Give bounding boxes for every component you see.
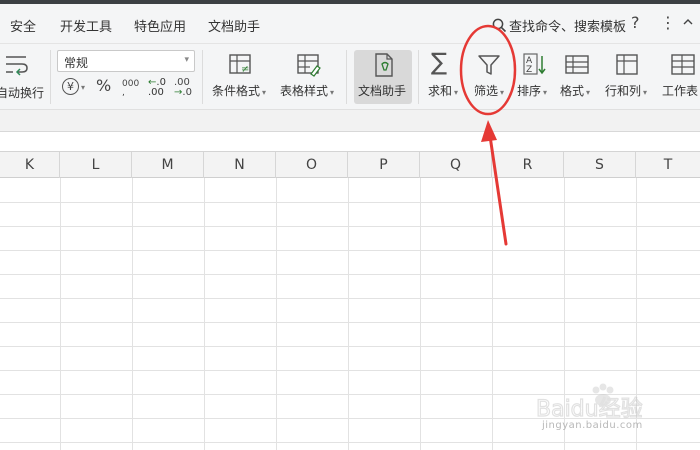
watermark-url: jingyan.baidu.com: [542, 420, 643, 431]
annotation-arrow-head: [481, 120, 497, 142]
annotation-ellipse: [459, 24, 517, 116]
annotation-arrow-shaft: [488, 134, 508, 246]
watermark-logo-text: Baidu经验: [536, 397, 643, 422]
baidu-watermark-logo: Baidu经验: [536, 383, 643, 422]
